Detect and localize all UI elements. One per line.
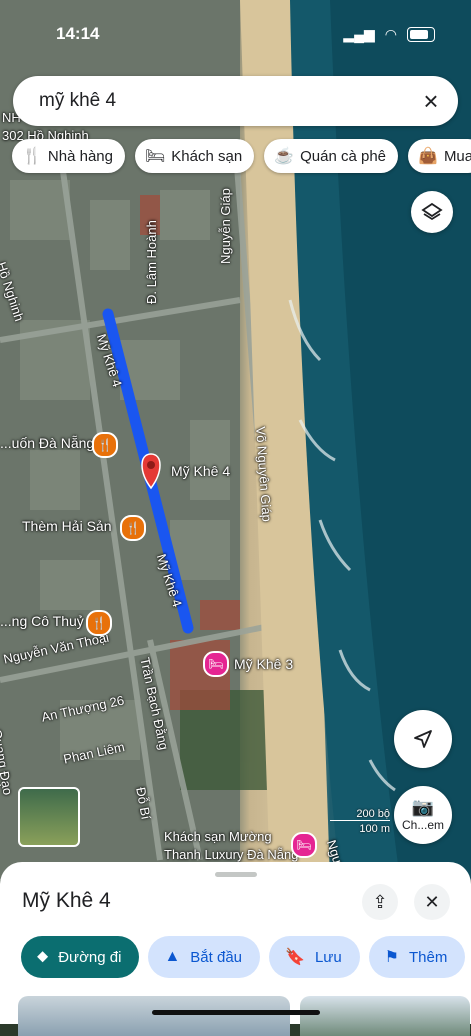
my-location-button[interactable] (394, 710, 452, 768)
wifi-icon: ◠ (384, 26, 397, 42)
navigation-arrow-icon: ▲ (164, 948, 181, 965)
save-button[interactable]: 🔖 Lưu (269, 936, 360, 978)
search-bar[interactable]: mỹ khê 4 × (13, 76, 458, 126)
share-button[interactable]: ⇪ (362, 884, 398, 920)
action-label: Bắt đầu (190, 948, 243, 966)
add-button[interactable]: ⚑ Thêm (368, 936, 466, 978)
chip-cafes[interactable]: ☕ Quán cà phê (264, 139, 399, 173)
scale-imperial: 200 bộ (330, 808, 390, 821)
hotel-icon[interactable]: 🛏 (203, 651, 229, 677)
action-buttons: ⬥ Đường đi ▲ Bắt đầu 🔖 Lưu ⚑ Thêm (21, 936, 466, 978)
poi-label[interactable]: Thèm Hải Sản (22, 518, 111, 534)
battery-icon (407, 27, 435, 42)
chip-label: Mua (443, 147, 471, 165)
coffee-icon: ☕ (274, 148, 295, 165)
directions-icon: ⬥ (37, 948, 49, 965)
street-view-thumbnail[interactable] (18, 787, 80, 847)
chip-shopping[interactable]: 👜 Mua (408, 139, 471, 173)
chip-restaurants[interactable]: 🍴 Nhà hàng (12, 139, 125, 173)
chip-label: Nhà hàng (47, 147, 113, 165)
drag-handle[interactable] (215, 872, 257, 877)
status-bar: 14:14 ▂▄▆ ◠ (0, 22, 471, 48)
place-title: Mỹ Khê 4 (22, 889, 111, 912)
poi-label[interactable]: ...uốn Đà Nẵng (0, 435, 94, 451)
flag-icon: ⚑ (384, 949, 400, 966)
camera-label: Ch...em (401, 818, 444, 832)
poi-label[interactable]: Khách sạn Mường (164, 829, 272, 844)
close-icon[interactable]: × (418, 88, 444, 114)
hotel-icon[interactable]: 🛏 (291, 832, 317, 858)
action-label: Lưu (314, 948, 342, 966)
action-label: Đường đi (58, 948, 122, 966)
shopping-bag-icon: 👜 (418, 148, 438, 165)
place-photo[interactable] (300, 996, 470, 1036)
poi-label[interactable]: Thanh Luxury Đà Nẵng (164, 847, 298, 862)
bookmark-icon: 🔖 (285, 949, 305, 966)
chip-hotels[interactable]: 🛏 Khách sạn (134, 139, 255, 173)
photo-strip (18, 996, 470, 1036)
selected-place-label[interactable]: Mỹ Khê 4 (171, 463, 230, 479)
navigation-arrow-icon (414, 730, 432, 748)
bed-icon: 🛏 (144, 148, 166, 165)
category-chips: 🍴 Nhà hàng 🛏 Khách sạn ☕ Quán cà phê 👜 M… (12, 139, 471, 173)
close-icon: ✕ (424, 891, 440, 912)
restaurant-icon[interactable]: 🍴 (92, 432, 118, 458)
restaurant-icon[interactable]: 🍴 (120, 515, 146, 541)
layers-icon (421, 202, 443, 221)
home-indicator (152, 1010, 320, 1015)
start-button[interactable]: ▲ Bắt đầu (148, 936, 261, 978)
search-input[interactable]: mỹ khê 4 (39, 90, 116, 112)
signal-icon: ▂▄▆ (343, 26, 375, 42)
layers-button[interactable] (411, 191, 453, 233)
camera-icon: 📷 (411, 797, 435, 817)
chip-label: Quán cà phê (300, 147, 387, 165)
directions-button[interactable]: ⬥ Đường đi (21, 936, 140, 978)
fork-knife-icon: 🍴 (22, 148, 42, 165)
street-label: Nguyễn Giáp (218, 188, 233, 264)
chip-label: Khách sạn (171, 147, 243, 165)
map-scale: 200 bộ 100 m (300, 808, 390, 835)
poi-label[interactable]: ...ng Cô Thuỷ (0, 613, 84, 629)
action-label: Thêm (409, 948, 448, 966)
camera-search-button[interactable]: 📷 Ch...em (394, 786, 452, 844)
street-label: Đ. Lâm Hoành (144, 220, 159, 304)
poi-label[interactable]: Mỹ Khê 3 (234, 656, 293, 672)
restaurant-icon[interactable]: 🍴 (86, 610, 112, 636)
share-icon: ⇪ (372, 891, 388, 912)
close-sheet-button[interactable]: ✕ (414, 884, 450, 920)
status-time: 14:14 (56, 24, 100, 43)
scale-metric: 100 m (359, 823, 390, 835)
place-photo[interactable] (18, 996, 290, 1036)
place-bottom-sheet: Mỹ Khê 4 ⇪ ✕ ⬥ Đường đi ▲ Bắt đầu 🔖 Lưu … (0, 862, 471, 1036)
status-icons: ▂▄▆ ◠ (343, 26, 435, 43)
